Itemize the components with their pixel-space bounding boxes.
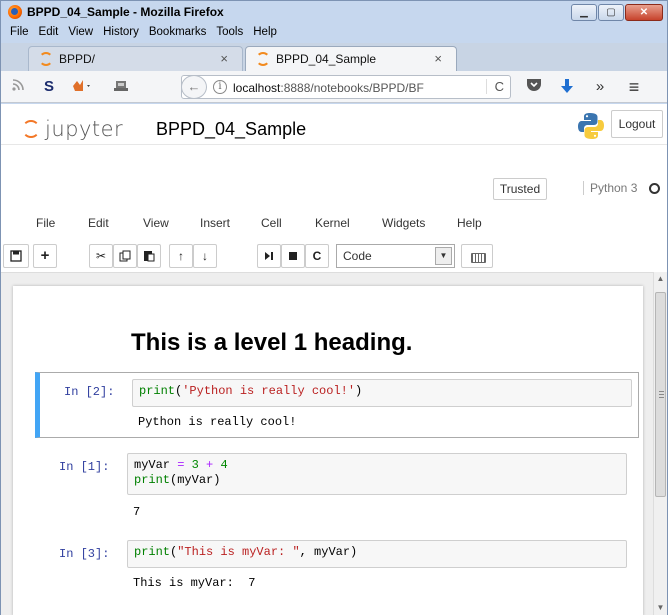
header-divider xyxy=(1,144,667,145)
cell-input[interactable]: print("This is myVar: ", myVar) xyxy=(127,540,627,568)
scroll-down-icon[interactable]: ▼ xyxy=(654,601,667,615)
tab-bppd-04-sample[interactable]: BPPD_04_Sample × xyxy=(245,46,457,71)
cell-input[interactable]: print('Python is really cool!') xyxy=(132,379,632,407)
pocket-icon[interactable] xyxy=(525,78,543,96)
reload-button[interactable]: C xyxy=(485,79,504,94)
close-button[interactable]: ✕ xyxy=(625,4,663,21)
notebook-top-band xyxy=(1,272,653,286)
cell-prompt: In [3]: xyxy=(59,547,110,561)
nb-menu-cell[interactable]: Cell xyxy=(261,216,282,230)
cut-icon[interactable]: ✂ xyxy=(89,244,113,268)
python-logo-icon xyxy=(578,113,604,139)
nb-menu-insert[interactable]: Insert xyxy=(200,216,230,230)
kernel-idle-icon xyxy=(649,183,660,194)
url-text[interactable]: localhost:8888/notebooks/BPPD/BF xyxy=(233,81,463,95)
menu-help[interactable]: Help xyxy=(253,23,277,41)
jupyter-logo-text: jupyter xyxy=(45,117,124,141)
cell-type-select[interactable]: Code ▼ xyxy=(336,244,455,268)
jupyter-tab-icon xyxy=(256,52,270,66)
url-bar[interactable]: ← i localhost:8888/notebooks/BPPD/BF C xyxy=(181,75,511,99)
code-cell[interactable]: In [3]: print("This is myVar: ", myVar) … xyxy=(35,536,639,596)
nb-menu-kernel[interactable]: Kernel xyxy=(315,216,350,230)
copy-icon[interactable] xyxy=(113,244,137,268)
tab-close-icon[interactable]: × xyxy=(220,51,228,66)
run-icon[interactable] xyxy=(257,244,281,268)
nb-menu-help[interactable]: Help xyxy=(457,216,482,230)
jupyter-tab-icon xyxy=(39,52,53,66)
rss-icon[interactable] xyxy=(9,78,27,96)
jupyter-header: jupyter BPPD_04_Sample Logout Trusted Py… xyxy=(1,104,667,272)
cell-prompt: In [2]: xyxy=(64,385,115,399)
extension-dropdown-icon[interactable] xyxy=(71,78,90,96)
menu-file[interactable]: File xyxy=(10,23,29,41)
nb-menu-edit[interactable]: Edit xyxy=(88,216,109,230)
browser-window: BPPD_04_Sample - Mozilla Firefox ▁ ▢ ✕ F… xyxy=(0,0,668,615)
page-viewport: jupyter BPPD_04_Sample Logout Trusted Py… xyxy=(1,104,667,615)
menu-view[interactable]: View xyxy=(68,23,93,41)
window-title: BPPD_04_Sample - Mozilla Firefox xyxy=(27,5,224,19)
save-icon[interactable] xyxy=(3,244,29,268)
menu-edit[interactable]: Edit xyxy=(39,23,59,41)
cell-output: This is myVar: 7 xyxy=(133,576,256,590)
back-button[interactable]: ← xyxy=(181,75,207,99)
tab-close-icon[interactable]: × xyxy=(434,51,442,66)
move-down-icon[interactable]: ↓ xyxy=(193,244,217,268)
maximize-button[interactable]: ▢ xyxy=(598,4,624,21)
menu-tools[interactable]: Tools xyxy=(216,23,243,41)
scroll-up-icon[interactable]: ▲ xyxy=(654,272,667,286)
hamburger-menu-icon[interactable]: ≡ xyxy=(625,78,643,96)
markdown-heading[interactable]: This is a level 1 heading. xyxy=(131,329,412,357)
title-bar: BPPD_04_Sample - Mozilla Firefox ▁ ▢ ✕ xyxy=(1,1,667,23)
library-icon[interactable] xyxy=(112,78,130,96)
notebook-page: This is a level 1 heading. In [2]: print… xyxy=(13,286,643,615)
overflow-icon[interactable]: » xyxy=(591,78,609,96)
minimize-button[interactable]: ▁ xyxy=(571,4,597,21)
nb-menu-view[interactable]: View xyxy=(143,216,169,230)
move-up-icon[interactable]: ↑ xyxy=(169,244,193,268)
nav-bar: S ← i localhost:8888/notebooks/BPPD/BF C… xyxy=(1,71,667,103)
menu-bookmarks[interactable]: Bookmarks xyxy=(149,23,207,41)
insert-cell-icon[interactable]: + xyxy=(33,244,57,268)
code-cell[interactable]: In [1]: myVar = 3 + 4 print(myVar) 7 xyxy=(35,448,639,520)
download-icon[interactable] xyxy=(558,78,576,96)
s-extension-icon[interactable]: S xyxy=(40,78,58,96)
cell-input[interactable]: myVar = 3 + 4 print(myVar) xyxy=(127,453,627,495)
tab-bppd[interactable]: BPPD/ × xyxy=(28,46,243,71)
tab-label: BPPD_04_Sample xyxy=(276,52,377,66)
vertical-scrollbar[interactable]: ▲ ▼ xyxy=(653,272,667,615)
code-cell[interactable]: In [2]: print('Python is really cool!') … xyxy=(35,372,639,438)
notebook-toolbar: + ✂ ↑ ↓ C Code ▼ xyxy=(1,242,667,272)
menu-bar: File Edit View History Bookmarks Tools H… xyxy=(1,23,667,41)
logout-button[interactable]: Logout xyxy=(611,110,663,138)
notebook-menu-bar: File Edit View Insert Cell Kernel Widget… xyxy=(1,214,667,236)
notebook-area: This is a level 1 heading. In [2]: print… xyxy=(1,286,653,615)
tab-strip: BPPD/ × BPPD_04_Sample × xyxy=(1,43,667,71)
stop-icon[interactable] xyxy=(281,244,305,268)
cell-output: 7 xyxy=(133,505,141,519)
cell-output: Python is really cool! xyxy=(138,415,297,429)
nb-menu-widgets[interactable]: Widgets xyxy=(382,216,425,230)
trusted-indicator[interactable]: Trusted xyxy=(493,178,547,200)
notebook-name[interactable]: BPPD_04_Sample xyxy=(156,119,306,140)
menu-history[interactable]: History xyxy=(103,23,139,41)
scroll-thumb[interactable] xyxy=(655,292,666,497)
jupyter-logo[interactable]: jupyter xyxy=(22,117,123,141)
info-icon[interactable]: i xyxy=(213,80,227,94)
restart-icon[interactable]: C xyxy=(305,244,329,268)
firefox-icon xyxy=(8,5,22,19)
paste-icon[interactable] xyxy=(137,244,161,268)
jupyter-logo-icon xyxy=(22,120,40,138)
chevron-down-icon[interactable]: ▼ xyxy=(435,247,452,265)
nb-menu-file[interactable]: File xyxy=(36,216,55,230)
window-controls: ▁ ▢ ✕ xyxy=(571,4,663,21)
tab-label: BPPD/ xyxy=(59,52,96,66)
cell-prompt: In [1]: xyxy=(59,460,110,474)
keyboard-icon[interactable] xyxy=(461,244,493,268)
kernel-name[interactable]: Python 3 xyxy=(583,181,637,195)
